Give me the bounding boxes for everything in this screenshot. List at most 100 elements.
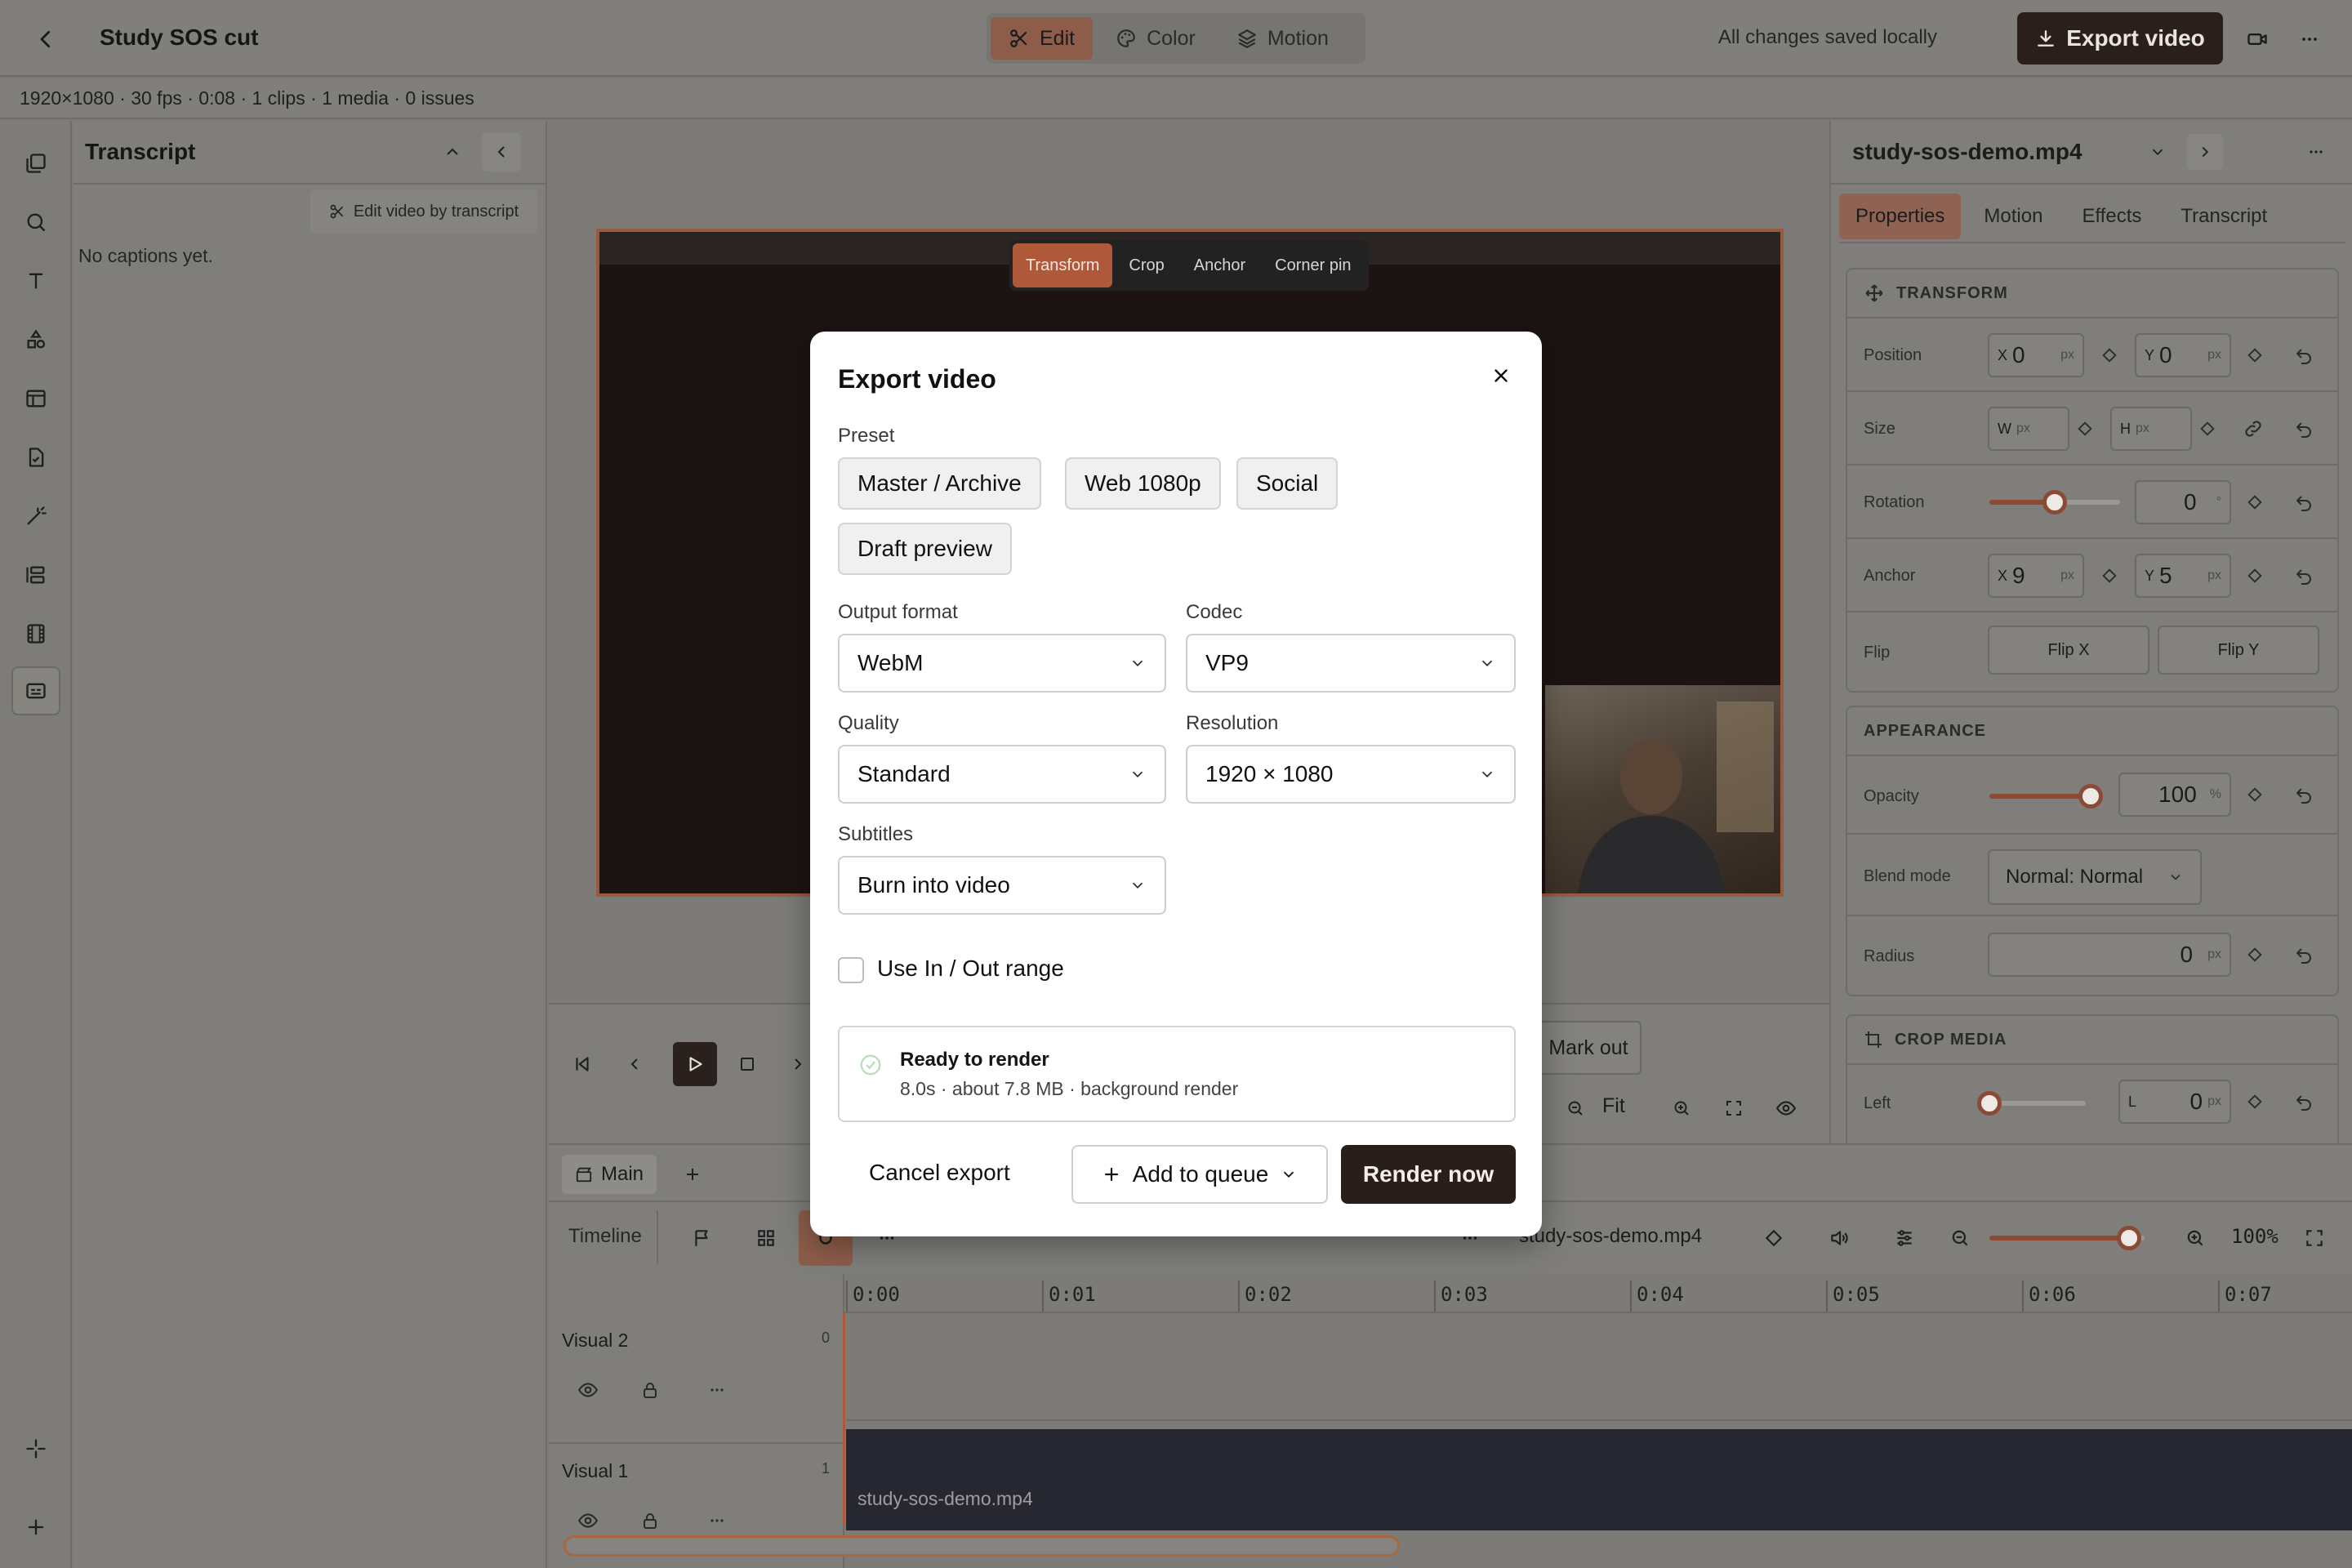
- preset-draft-preview-button[interactable]: Draft preview: [838, 523, 1012, 575]
- slider-knob[interactable]: [1977, 1091, 2002, 1116]
- tab-motion[interactable]: Motion: [1967, 194, 2059, 239]
- magic-wand-icon[interactable]: [11, 492, 60, 541]
- chevron-right-icon[interactable]: [2187, 134, 2223, 170]
- appearance-section-header[interactable]: APPEARANCE: [1847, 707, 2337, 756]
- render-now-button[interactable]: Render now: [1341, 1145, 1516, 1204]
- opacity-slider[interactable]: [1989, 784, 2103, 808]
- transform-section-header[interactable]: TRANSFORM: [1847, 270, 2337, 318]
- panel-more-icon[interactable]: [2298, 134, 2334, 170]
- keyframe-icon[interactable]: [1756, 1220, 1792, 1256]
- lock-icon[interactable]: [634, 1374, 666, 1406]
- timeline-zoom-out-icon[interactable]: [1942, 1220, 1978, 1256]
- chevron-down-icon[interactable]: [2140, 134, 2176, 170]
- tab-transcript[interactable]: Transcript: [2164, 194, 2283, 239]
- skip-start-icon[interactable]: [560, 1042, 604, 1086]
- zoom-out-icon[interactable]: [1553, 1086, 1597, 1130]
- more-icon[interactable]: [2288, 18, 2331, 60]
- media-library-icon[interactable]: [11, 139, 60, 188]
- timeline-fullscreen-icon[interactable]: [2296, 1220, 2332, 1256]
- corner-pin-tool-button[interactable]: Corner pin: [1262, 243, 1364, 287]
- text-icon[interactable]: [11, 256, 60, 305]
- crop-left-slider[interactable]: [1977, 1091, 2086, 1116]
- reset-icon[interactable]: [2292, 490, 2316, 514]
- preset-social-button[interactable]: Social: [1236, 457, 1339, 510]
- close-icon[interactable]: [1481, 356, 1521, 395]
- export-video-button[interactable]: Export video: [2017, 12, 2223, 65]
- list-icon[interactable]: [11, 550, 60, 599]
- keyframe-icon[interactable]: [2097, 343, 2122, 368]
- camera-icon[interactable]: [2236, 18, 2278, 60]
- chevron-left-icon[interactable]: [482, 132, 521, 172]
- play-button[interactable]: [673, 1042, 717, 1086]
- cancel-export-button[interactable]: Cancel export: [869, 1150, 1010, 1196]
- track-more-icon[interactable]: [701, 1504, 733, 1537]
- flip-y-button[interactable]: Flip Y: [2158, 626, 2319, 675]
- transform-tool-button[interactable]: Transform: [1013, 243, 1113, 287]
- output-format-select[interactable]: WebM: [838, 634, 1166, 693]
- timeline-zoom-knob[interactable]: [2117, 1226, 2141, 1250]
- fullscreen-icon[interactable]: [1712, 1086, 1756, 1130]
- keyframe-icon[interactable]: [2243, 490, 2267, 514]
- lock-icon[interactable]: [634, 1504, 666, 1537]
- mark-out-button[interactable]: Mark out: [1535, 1021, 1642, 1075]
- tab-properties[interactable]: Properties: [1839, 194, 1962, 239]
- reset-icon[interactable]: [2292, 782, 2316, 807]
- crop-left-field[interactable]: L 0 px: [2118, 1080, 2231, 1124]
- track-visual-2[interactable]: [846, 1313, 2352, 1421]
- add-to-queue-button[interactable]: Add to queue: [1071, 1145, 1328, 1204]
- playhead[interactable]: [843, 1313, 845, 1526]
- anchor-y-field[interactable]: Y 5 px: [2135, 554, 2231, 598]
- size-w-field[interactable]: Wpx: [1988, 407, 2069, 451]
- step-back-icon[interactable]: [612, 1042, 657, 1086]
- edit-by-transcript-button[interactable]: Edit video by transcript: [310, 189, 537, 234]
- document-icon[interactable]: [11, 433, 60, 482]
- flag-icon[interactable]: [684, 1220, 720, 1256]
- reset-icon[interactable]: [2292, 564, 2316, 588]
- tab-main[interactable]: Main: [562, 1155, 657, 1194]
- track-more-icon[interactable]: [701, 1374, 733, 1406]
- visibility-eye-icon[interactable]: [572, 1374, 604, 1406]
- reset-icon[interactable]: [2292, 343, 2316, 368]
- anchor-tool-button[interactable]: Anchor: [1181, 243, 1258, 287]
- zoom-in-icon[interactable]: [1659, 1086, 1704, 1130]
- fit-button[interactable]: Fit: [1602, 1094, 1625, 1118]
- sliders-icon[interactable]: [1886, 1220, 1922, 1256]
- keyframe-icon[interactable]: [2243, 564, 2267, 588]
- keyframe-icon[interactable]: [2243, 782, 2267, 807]
- plus-icon[interactable]: [11, 1503, 60, 1552]
- timeline-ruler[interactable]: 0:00 0:01 0:02 0:03 0:04 0:05 0:06 0:07: [844, 1274, 2352, 1313]
- rotation-slider[interactable]: [1989, 490, 2120, 514]
- chevron-up-icon[interactable]: [433, 132, 472, 172]
- reset-icon[interactable]: [2292, 416, 2316, 441]
- preset-master-archive-button[interactable]: Master / Archive: [838, 457, 1041, 510]
- reset-icon[interactable]: [2292, 1089, 2316, 1114]
- subtitles-select[interactable]: Burn into video: [838, 856, 1166, 915]
- link-icon[interactable]: [2241, 416, 2265, 441]
- radius-field[interactable]: 0 px: [1988, 933, 2231, 977]
- grid-icon[interactable]: [748, 1220, 784, 1256]
- preset-web-1080p-button[interactable]: Web 1080p: [1065, 457, 1221, 510]
- stop-icon[interactable]: [725, 1042, 769, 1086]
- sparkle-icon[interactable]: [11, 1424, 60, 1473]
- timeline-zoom-in-icon[interactable]: [2177, 1220, 2213, 1256]
- codec-select[interactable]: VP9: [1186, 634, 1516, 693]
- mode-motion-button[interactable]: Motion: [1218, 17, 1347, 60]
- in-out-range-label[interactable]: Use In / Out range: [877, 956, 1064, 982]
- opacity-field[interactable]: 100%: [2118, 773, 2231, 817]
- in-out-range-checkbox[interactable]: [838, 957, 864, 983]
- flip-x-button[interactable]: Flip X: [1988, 626, 2149, 675]
- back-icon[interactable]: [23, 18, 69, 60]
- position-y-field[interactable]: Y 0 px: [2135, 333, 2231, 377]
- resolution-select[interactable]: 1920 × 1080: [1186, 745, 1516, 804]
- timeline-clip[interactable]: study-sos-demo.mp4: [846, 1429, 2352, 1530]
- layout-icon[interactable]: [11, 374, 60, 423]
- anchor-x-field[interactable]: X 9 px: [1988, 554, 2084, 598]
- eye-icon[interactable]: [1764, 1086, 1808, 1130]
- crop-tool-button[interactable]: Crop: [1116, 243, 1177, 287]
- search-icon[interactable]: [11, 198, 60, 247]
- crop-section-header[interactable]: CROP MEDIA: [1847, 1016, 2337, 1065]
- keyframe-icon[interactable]: [2243, 1089, 2267, 1114]
- timeline-scrollbar[interactable]: [564, 1535, 1400, 1557]
- keyframe-icon[interactable]: [2195, 416, 2220, 441]
- captions-icon[interactable]: [11, 666, 60, 715]
